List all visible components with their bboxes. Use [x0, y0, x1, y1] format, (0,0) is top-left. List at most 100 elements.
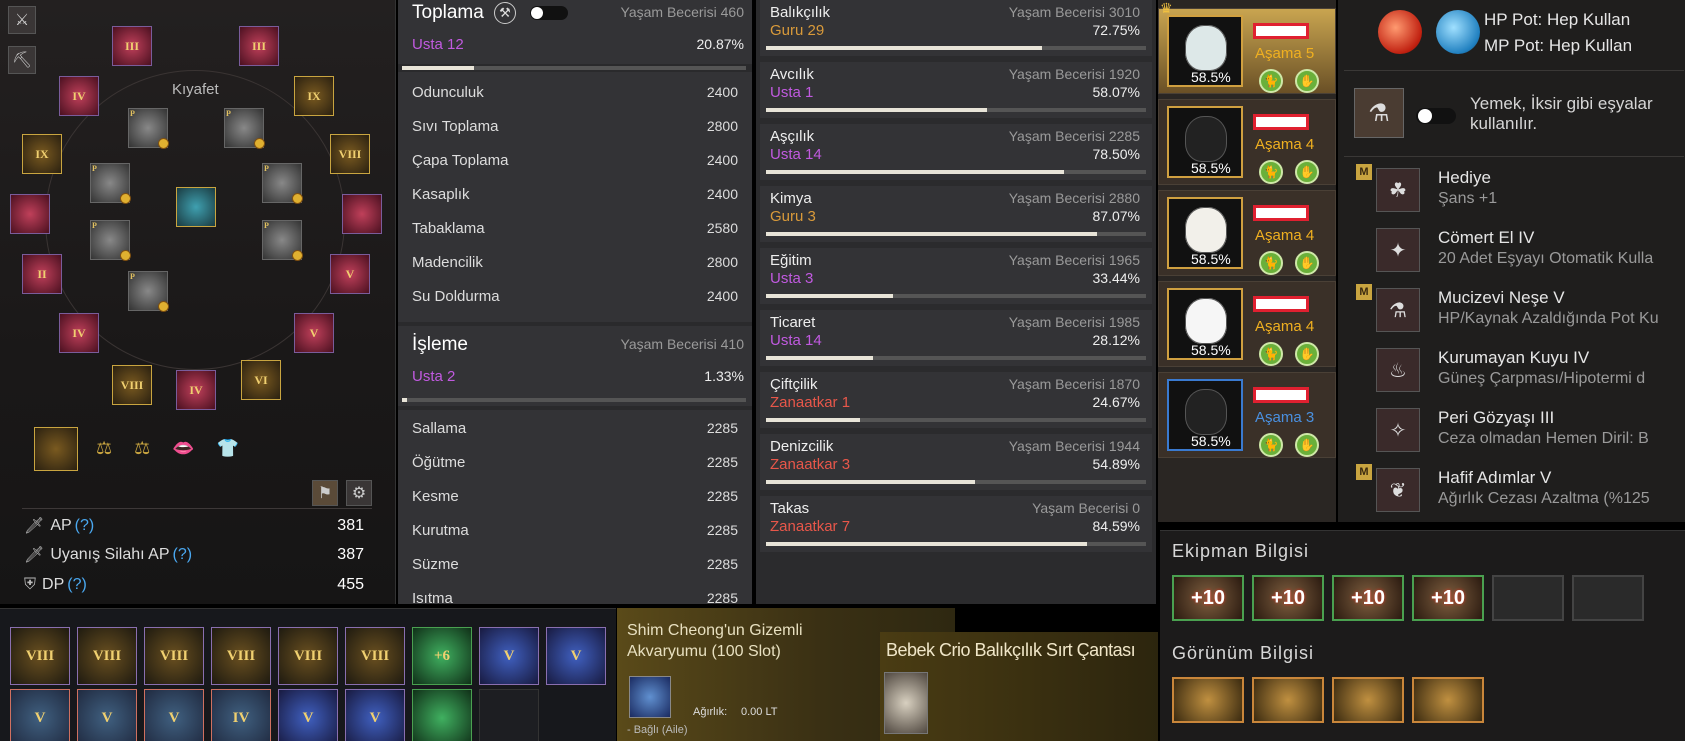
equip-slot-sub-weapon[interactable]: V: [294, 313, 334, 353]
weight-value: 0.00 LT: [741, 706, 778, 718]
inventory-slot[interactable]: V: [278, 689, 338, 741]
equipment-info-slot[interactable]: +10: [1332, 575, 1404, 621]
cosmetic-slot-4[interactable]: [1412, 677, 1484, 723]
cosmetic-slot-3[interactable]: [1332, 677, 1404, 723]
equip-slot-ring-2[interactable]: VIII: [330, 134, 370, 174]
outfit-slot-head[interactable]: P: [128, 108, 169, 149]
inventory-slot[interactable]: VIII: [211, 627, 271, 685]
outfit-slot-weapon[interactable]: P: [128, 271, 169, 312]
life-skill-card[interactable]: Aşçılık Usta 14 Yaşam Becerisi 2285 78.50%: [760, 124, 1152, 180]
inventory-slot[interactable]: VIII: [10, 627, 70, 685]
flag-icon[interactable]: ⚑: [312, 480, 338, 506]
cat-icon[interactable]: 🐈: [1259, 160, 1283, 184]
gear-icon[interactable]: ⚙: [346, 480, 372, 506]
crossed-swords-icon[interactable]: ⚔: [8, 6, 36, 34]
hand-icon[interactable]: ✋: [1295, 342, 1319, 366]
equip-slot-helmet[interactable]: III: [112, 26, 152, 66]
equipment-info-slot[interactable]: [1492, 575, 1564, 621]
cosmetic-slot-2[interactable]: [1252, 677, 1324, 723]
equip-slot-necklace[interactable]: IX: [294, 76, 334, 116]
equip-slot-artifact[interactable]: VI: [241, 360, 281, 400]
equipment-info-slot[interactable]: +10: [1172, 575, 1244, 621]
cosmetic-slot-1[interactable]: [1172, 677, 1244, 723]
equip-slot-gloves[interactable]: IV: [59, 76, 99, 116]
equip-slot-earring-1[interactable]: [10, 194, 50, 234]
hand-icon[interactable]: ✋: [1295, 160, 1319, 184]
inventory-slot[interactable]: V: [345, 689, 405, 741]
buff-row[interactable]: M ⚗ Mucizevi Neşe V HP/Kaynak Azaldığında P…: [1356, 284, 1685, 336]
life-skill-card[interactable]: Kimya Guru 3 Yaşam Becerisi 2880 87.07%: [760, 186, 1152, 242]
cat-icon[interactable]: 🐈: [1259, 433, 1283, 457]
life-skill-card[interactable]: Eğitim Usta 3 Yaşam Becerisi 1965 33.44%: [760, 248, 1152, 304]
alchemy-center-slot[interactable]: [176, 187, 216, 227]
outfit-slot-shoes[interactable]: P: [90, 220, 131, 261]
equipment-info-slot[interactable]: +10: [1412, 575, 1484, 621]
buff-row[interactable]: ✧ Peri Gözyaşı III Ceza olmadan Hemen Diri…: [1356, 404, 1685, 456]
cat-icon[interactable]: 🐈: [1259, 342, 1283, 366]
life-skill-card[interactable]: Avcılık Usta 1 Yaşam Becerisi 1920 58.07%: [760, 62, 1152, 118]
equip-slot-belt[interactable]: II: [22, 254, 62, 294]
inventory-slot[interactable]: V: [77, 689, 137, 741]
equip-slot-alchemy-stone[interactable]: IV: [176, 370, 216, 410]
hand-icon[interactable]: ✋: [1295, 69, 1319, 93]
inventory-slot[interactable]: V: [10, 689, 70, 741]
pet-card[interactable]: 58.5% Aşama 4 🐈 ✋: [1158, 190, 1336, 276]
outfit-slot-gloves[interactable]: P: [262, 163, 303, 204]
life-skill-rank: Guru 3: [770, 208, 816, 225]
pet-hunger: 58.5%: [1191, 160, 1231, 176]
equip-slot-ring-1[interactable]: IX: [22, 134, 62, 174]
equipment-info-slot[interactable]: +10: [1252, 575, 1324, 621]
equip-slot-armor[interactable]: III: [239, 26, 279, 66]
pet-card[interactable]: 58.5% Aşama 4 🐈 ✋: [1158, 281, 1336, 367]
skill-name: Kesme: [412, 488, 459, 505]
lightstone-slot[interactable]: [34, 427, 78, 471]
life-skill-card[interactable]: Çiftçilik Zanaatkar 1 Yaşam Becerisi 1870 2…: [760, 372, 1152, 428]
equip-slot-main-weapon[interactable]: IV: [59, 313, 99, 353]
buff-row[interactable]: M ❦ Hafif Adımlar V Ağırlık Cezası Azaltma …: [1356, 464, 1685, 516]
cat-icon[interactable]: 🐈: [1259, 69, 1283, 93]
equip-slot-shoes[interactable]: V: [330, 254, 370, 294]
pet-figure: [1185, 298, 1227, 344]
inventory-slot[interactable]: +6: [412, 627, 472, 685]
gathering-toggle[interactable]: [530, 6, 568, 20]
inventory-slot[interactable]: V: [479, 627, 539, 685]
skill-name: Su Doldurma: [412, 288, 500, 305]
inventory-slot[interactable]: VIII: [77, 627, 137, 685]
pickaxe-icon[interactable]: ⛏: [8, 46, 36, 74]
buff-row[interactable]: ✦ Cömert El IV 20 Adet Eşyayı Otomatik Kul…: [1356, 224, 1685, 276]
skill-value: 2285: [706, 556, 738, 572]
buff-row[interactable]: ♨ Kurumayan Kuyu IV Güneş Çarpması/Hipoter…: [1356, 344, 1685, 396]
inventory-slot[interactable]: VIII: [144, 627, 204, 685]
outfit-slot-shield[interactable]: P: [262, 220, 303, 261]
life-skill-card[interactable]: Denizcilik Zanaatkar 3 Yaşam Becerisi 1944…: [760, 434, 1152, 490]
hand-icon[interactable]: ✋: [1295, 251, 1319, 275]
inventory-slot[interactable]: [479, 689, 539, 741]
equip-slot-awakening[interactable]: VIII: [112, 365, 152, 405]
equipment-info-slot[interactable]: [1572, 575, 1644, 621]
buff-description: Şans +1: [1438, 190, 1498, 207]
inventory-slot[interactable]: V: [144, 689, 204, 741]
pet-card[interactable]: 58.5% Aşama 5 🐈 ✋: [1158, 8, 1336, 94]
skill-name: Madencilik: [412, 254, 483, 271]
cat-icon[interactable]: 🐈: [1259, 251, 1283, 275]
hand-icon[interactable]: ✋: [1295, 433, 1319, 457]
help-button[interactable]: (?): [67, 576, 87, 594]
outfit-slot-legs[interactable]: P: [90, 163, 131, 204]
life-skill-rank: Guru 29: [770, 22, 825, 39]
pet-tier: Aşama 4: [1255, 227, 1315, 244]
pet-card[interactable]: 58.5% Aşama 4 🐈 ✋: [1158, 99, 1336, 185]
inventory-slot[interactable]: [412, 689, 472, 741]
equip-slot-earring-2[interactable]: [342, 194, 382, 234]
outfit-slot-armor[interactable]: P: [224, 108, 265, 149]
buff-row[interactable]: M ☘ Hediye Şans +1: [1356, 164, 1685, 216]
inventory-slot[interactable]: IV: [211, 689, 271, 741]
pet-card[interactable]: 58.5% Aşama 3 🐈 ✋: [1158, 372, 1336, 458]
inventory-slot[interactable]: VIII: [345, 627, 405, 685]
help-button[interactable]: (?): [75, 517, 95, 535]
life-skill-card[interactable]: Balıkçılık Guru 29 Yaşam Becerisi 3010 72.7…: [760, 0, 1152, 56]
help-button[interactable]: (?): [172, 546, 192, 564]
inventory-slot[interactable]: VIII: [278, 627, 338, 685]
life-skill-card[interactable]: Takas Zanaatkar 7 Yaşam Becerisi 0 84.59%: [760, 496, 1152, 552]
inventory-slot[interactable]: V: [546, 627, 606, 685]
life-skill-card[interactable]: Ticaret Usta 14 Yaşam Becerisi 1985 28.12%: [760, 310, 1152, 366]
